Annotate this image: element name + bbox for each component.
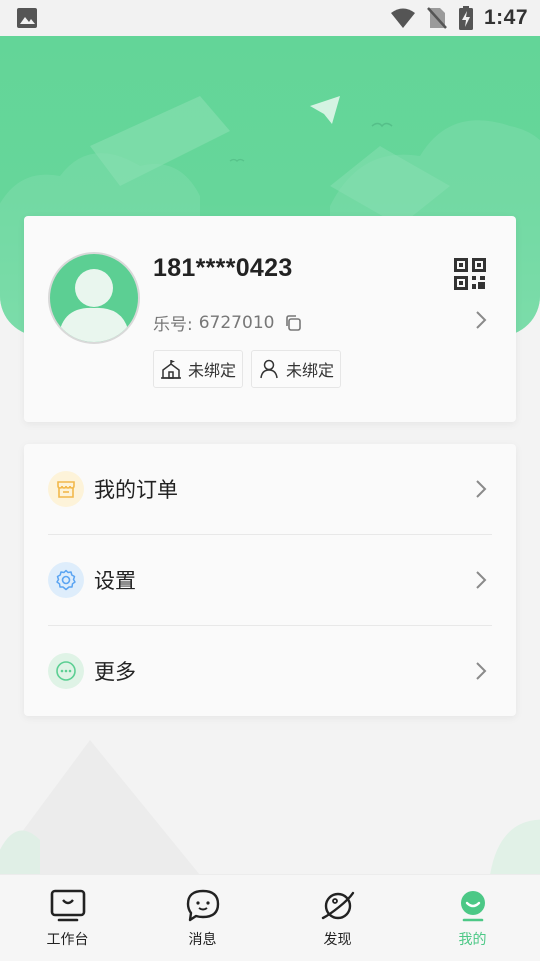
chevron-right-icon <box>476 571 487 589</box>
leid-value: 6727010 <box>198 312 275 333</box>
workbench-icon <box>50 889 85 922</box>
menu-item-settings[interactable]: 设置 <box>48 534 492 625</box>
profile-icon <box>460 891 485 922</box>
person-icon <box>260 359 278 379</box>
menu-label-settings: 设置 <box>94 569 136 593</box>
chevron-right-icon <box>476 480 487 498</box>
tab-profile[interactable]: 我的 <box>405 875 540 961</box>
default-avatar-icon <box>58 269 130 342</box>
copy-icon[interactable] <box>284 314 302 332</box>
status-time: 1:47 <box>483 6 528 29</box>
chevron-right-icon[interactable] <box>474 310 488 330</box>
chevron-right-icon <box>476 662 487 680</box>
person-binding-label: 未绑定 <box>286 361 335 380</box>
status-bar: 1:47 <box>0 0 540 36</box>
qr-code-icon[interactable] <box>454 258 486 290</box>
no-sim-icon <box>427 7 447 29</box>
phone-number: 181****0423 <box>153 254 293 282</box>
leid-label: 乐号: <box>153 315 193 335</box>
wifi-icon <box>390 8 415 28</box>
leid-row: 乐号: 6727010 <box>153 310 302 335</box>
menu-item-orders[interactable]: 我的订单 <box>48 444 492 534</box>
settings-icon <box>48 562 84 598</box>
profile-card[interactable]: 181****0423 乐号: 6727010 未绑定 未绑定 <box>24 216 516 422</box>
battery-charging-icon <box>458 6 473 30</box>
message-icon <box>186 889 219 922</box>
tab-label-discover: 发现 <box>323 932 352 948</box>
avatar[interactable] <box>48 252 140 344</box>
school-icon <box>161 360 181 379</box>
bottom-decoration <box>0 720 540 875</box>
tab-workbench[interactable]: 工作台 <box>0 875 135 961</box>
tab-label-workbench: 工作台 <box>46 932 89 948</box>
bottom-tab-bar: 工作台 消息 发现 我的 <box>0 874 540 961</box>
school-binding-label: 未绑定 <box>188 361 237 380</box>
person-binding-tag[interactable]: 未绑定 <box>251 350 342 388</box>
menu-label-orders: 我的订单 <box>94 478 178 502</box>
menu-item-more[interactable]: 更多 <box>48 625 492 716</box>
order-icon <box>48 471 84 507</box>
school-binding-tag[interactable]: 未绑定 <box>153 350 244 388</box>
tab-messages[interactable]: 消息 <box>135 875 270 961</box>
discover-icon <box>321 891 354 920</box>
menu-label-more: 更多 <box>94 660 136 684</box>
more-icon <box>48 653 84 689</box>
tab-label-messages: 消息 <box>188 932 217 948</box>
menu-card: 我的订单 设置 更多 <box>24 444 516 716</box>
binding-tags: 未绑定 未绑定 <box>153 350 342 388</box>
image-notification-icon <box>17 8 37 28</box>
tab-label-profile: 我的 <box>458 932 487 948</box>
tab-discover[interactable]: 发现 <box>270 875 405 961</box>
